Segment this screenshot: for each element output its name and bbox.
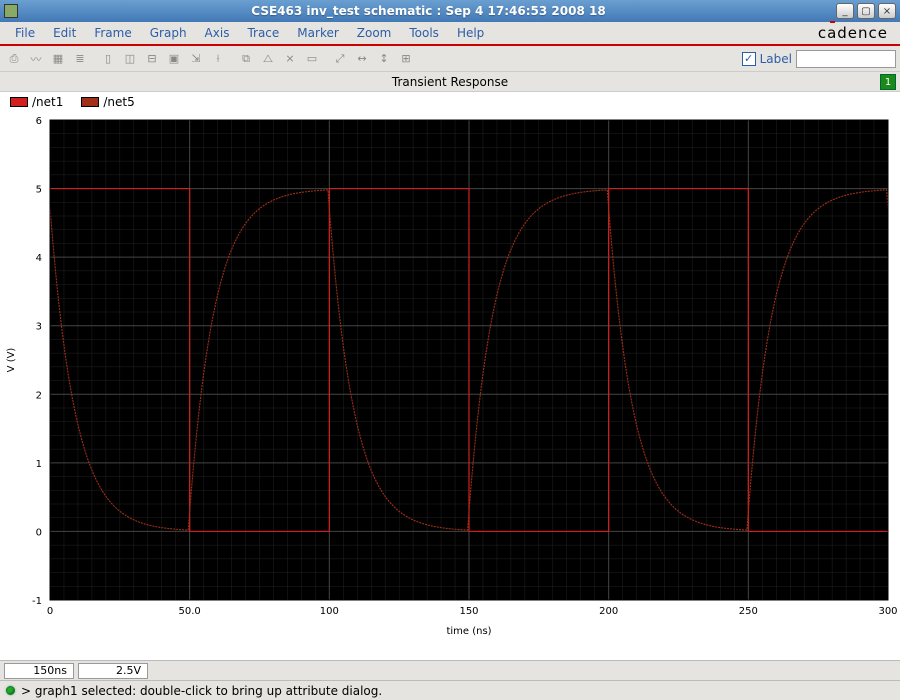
window-title: CSE463 inv_test schematic : Sep 4 17:46:… [24,4,833,18]
maximize-button[interactable]: ▢ [857,3,875,19]
menu-tools[interactable]: Tools [400,24,448,42]
legend: /net1 /net5 [0,92,900,112]
svg-text:200: 200 [599,606,618,617]
cursor-readout: 150ns 2.5V [0,660,900,680]
zoom-full-icon[interactable]: ⊞ [396,49,416,69]
menu-help[interactable]: Help [448,24,493,42]
status-bar: > graph1 selected: double-click to bring… [0,680,900,700]
zoom-y-icon[interactable]: ↕ [374,49,394,69]
legend-label-net5: /net5 [103,95,134,109]
svg-text:2: 2 [36,390,42,401]
status-indicator-icon [6,686,15,695]
print-icon[interactable]: ⎙ [4,49,24,69]
fit-icon[interactable]: ⤢ [330,49,350,69]
split-v-icon[interactable]: ⊟ [142,49,162,69]
legend-swatch-net5 [81,97,99,107]
plot-title: Transient Response [392,75,508,89]
layout-icon[interactable]: ▯ [98,49,118,69]
zoom-x-icon[interactable]: ↔ [352,49,372,69]
plot-index-badge[interactable]: 1 [880,74,896,90]
readout-x: 150ns [4,663,74,679]
measure-icon[interactable]: ⟊ [208,49,228,69]
menu-file[interactable]: File [6,24,44,42]
menu-edit[interactable]: Edit [44,24,85,42]
menu-graph[interactable]: Graph [141,24,196,42]
curve-icon[interactable]: 〰 [26,49,46,69]
save-icon[interactable]: ▣ [164,49,184,69]
menu-frame[interactable]: Frame [85,24,140,42]
svg-text:0: 0 [47,606,53,617]
list-icon[interactable]: ≣ [70,49,90,69]
menu-axis[interactable]: Axis [196,24,239,42]
plot-area[interactable]: 0 50.0 100 150 200 250 300 -1 0 1 2 3 4 5 6 time (ns) V … [0,112,900,660]
export-icon[interactable]: ⇲ [186,49,206,69]
label-checkbox[interactable]: ✓ [742,52,756,66]
legend-item-net1[interactable]: /net1 [10,95,63,109]
svg-text:5: 5 [36,185,42,196]
legend-label-net1: /net1 [32,95,63,109]
chart-canvas[interactable]: 0 50.0 100 150 200 250 300 -1 0 1 2 3 4 5 6 time (ns) V … [0,112,900,640]
legend-swatch-net1 [10,97,28,107]
svg-text:-1: -1 [32,596,42,607]
svg-text:0: 0 [36,527,42,538]
svg-text:150: 150 [459,606,478,617]
split-h-icon[interactable]: ◫ [120,49,140,69]
legend-item-net5[interactable]: /net5 [81,95,134,109]
svg-text:time (ns): time (ns) [446,626,491,637]
hide-icon[interactable]: ⨯ [280,49,300,69]
app-icon [4,4,18,18]
svg-text:4: 4 [36,253,42,264]
minimize-button[interactable]: _ [836,3,854,19]
svg-text:V (V): V (V) [6,348,17,373]
clear-icon[interactable]: ▭ [302,49,322,69]
svg-text:100: 100 [320,606,339,617]
label-input[interactable] [796,50,896,68]
grid-icon[interactable]: ▦ [48,49,68,69]
close-button[interactable]: × [878,3,896,19]
cursor-icon[interactable]: ⧉ [236,49,256,69]
svg-text:1: 1 [36,459,42,470]
window-titlebar: CSE463 inv_test schematic : Sep 4 17:46:… [0,0,900,22]
svg-text:50.0: 50.0 [179,606,201,617]
delta-icon[interactable]: ⧍ [258,49,278,69]
svg-text:3: 3 [36,322,42,333]
plot-title-bar: Transient Response 1 [0,72,900,92]
readout-y: 2.5V [78,663,148,679]
menu-trace[interactable]: Trace [238,24,288,42]
menu-marker[interactable]: Marker [288,24,347,42]
status-text: > graph1 selected: double-click to bring… [21,684,382,698]
brand-logo: cadence [818,24,894,42]
label-field-label: Label [760,52,792,66]
svg-text:250: 250 [739,606,758,617]
svg-text:300: 300 [878,606,897,617]
menu-zoom[interactable]: Zoom [348,24,401,42]
toolbar: ⎙ 〰 ▦ ≣ ▯ ◫ ⊟ ▣ ⇲ ⟊ ⧉ ⧍ ⨯ ▭ ⤢ ↔ ↕ ⊞ ✓ La… [0,46,900,72]
svg-text:6: 6 [36,116,42,127]
menubar: File Edit Frame Graph Axis Trace Marker … [0,22,900,46]
